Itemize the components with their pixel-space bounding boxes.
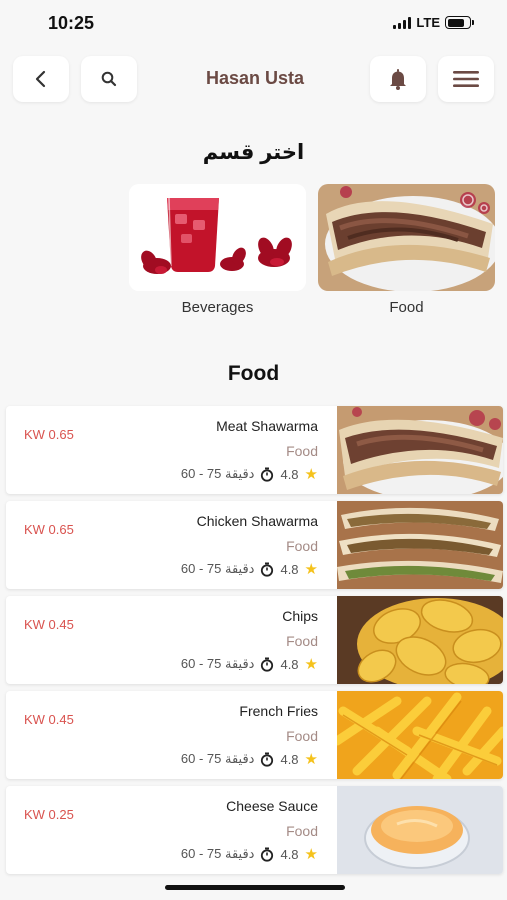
- item-price: KW 0.45: [24, 617, 74, 632]
- prep-time: 60 - 75 دقيقة: [180, 656, 255, 671]
- timer-icon: [261, 467, 274, 482]
- item-image: [337, 691, 503, 779]
- item-image: [337, 406, 503, 494]
- item-name: Chips: [282, 608, 318, 624]
- menu-item-chips[interactable]: KW 0.45 Chips Food 60 - 75 دقيقة 4.8 ★: [6, 596, 503, 684]
- battery-icon: [445, 16, 474, 29]
- item-price: KW 0.45: [24, 712, 74, 727]
- categories-title: اختر قسم: [202, 141, 305, 164]
- timer-icon: [261, 752, 274, 767]
- star-icon: ★: [304, 465, 318, 483]
- timer-icon: [261, 657, 274, 672]
- item-price: KW 0.65: [24, 522, 74, 537]
- search-icon: [101, 71, 117, 87]
- prep-time: 60 - 75 دقيقة: [180, 561, 255, 576]
- item-category: Food: [286, 443, 318, 459]
- prep-time: 60 - 75 دقيقة: [180, 466, 255, 481]
- item-category: Food: [286, 728, 318, 744]
- app-title: Hasan Usta: [205, 68, 305, 88]
- back-button[interactable]: [13, 56, 69, 102]
- home-indicator[interactable]: [165, 885, 345, 890]
- item-name: Meat Shawarma: [216, 418, 318, 434]
- item-meta: 60 - 75 دقيقة 4.8 ★: [181, 656, 318, 672]
- menu-button[interactable]: [438, 56, 494, 102]
- category-label: Beverages: [181, 299, 254, 316]
- item-category: Food: [286, 538, 318, 554]
- menu-item-meat-shawarma[interactable]: KW 0.65 Meat Shawarma Food 60 - 75 دقيقة…: [6, 406, 503, 494]
- item-price: KW 0.25: [24, 807, 74, 822]
- item-name: French Fries: [239, 703, 318, 719]
- menu-item-french-fries[interactable]: KW 0.45 French Fries Food 60 - 75 دقيقة …: [6, 691, 503, 779]
- status-time: 10:25: [48, 13, 95, 33]
- search-button[interactable]: [81, 56, 137, 102]
- list-title: Food: [227, 362, 280, 385]
- network-label: LTE: [416, 15, 440, 30]
- rating-value: 4.8: [280, 466, 299, 482]
- item-image: [337, 501, 503, 589]
- item-meta: 60 - 75 دقيقة 4.8 ★: [181, 846, 318, 862]
- category-card-food[interactable]: Food: [318, 184, 495, 316]
- item-price: KW 0.65: [24, 427, 74, 442]
- star-icon: ★: [304, 845, 318, 863]
- beverages-image: [129, 184, 306, 291]
- signal-icon: [393, 16, 412, 29]
- item-meta: 60 - 75 دقيقة 4.8 ★: [181, 466, 318, 482]
- rating-value: 4.8: [280, 561, 299, 577]
- menu-item-chicken-shawarma[interactable]: KW 0.65 Chicken Shawarma Food 60 - 75 دق…: [6, 501, 503, 589]
- item-name: Chicken Shawarma: [196, 513, 318, 529]
- prep-time: 60 - 75 دقيقة: [180, 846, 255, 861]
- item-name: Cheese Sauce: [226, 798, 318, 814]
- hamburger-menu-icon: [453, 71, 479, 87]
- chevron-left-icon: [35, 70, 46, 88]
- star-icon: ★: [304, 655, 318, 673]
- item-meta: 60 - 75 دقيقة 4.8 ★: [181, 561, 318, 577]
- category-label: Food: [389, 299, 424, 316]
- rating-value: 4.8: [280, 656, 299, 672]
- item-category: Food: [286, 633, 318, 649]
- star-icon: ★: [304, 750, 318, 768]
- rating-value: 4.8: [280, 751, 299, 767]
- status-indicators: LTE: [393, 15, 474, 30]
- item-meta: 60 - 75 دقيقة 4.8 ★: [181, 751, 318, 767]
- menu-item-cheese-sauce[interactable]: KW 0.25 Cheese Sauce Food 60 - 75 دقيقة …: [6, 786, 503, 874]
- prep-time: 60 - 75 دقيقة: [180, 751, 255, 766]
- timer-icon: [261, 847, 274, 862]
- item-category: Food: [286, 823, 318, 839]
- item-image: [337, 596, 503, 684]
- category-card-beverages[interactable]: Beverages: [129, 184, 306, 316]
- timer-icon: [261, 562, 274, 577]
- status-bar: 10:25 LTE: [0, 0, 507, 48]
- item-image: [337, 786, 503, 874]
- bell-icon: [390, 69, 406, 90]
- star-icon: ★: [304, 560, 318, 578]
- food-image: [318, 184, 495, 291]
- notifications-button[interactable]: [370, 56, 426, 102]
- rating-value: 4.8: [280, 846, 299, 862]
